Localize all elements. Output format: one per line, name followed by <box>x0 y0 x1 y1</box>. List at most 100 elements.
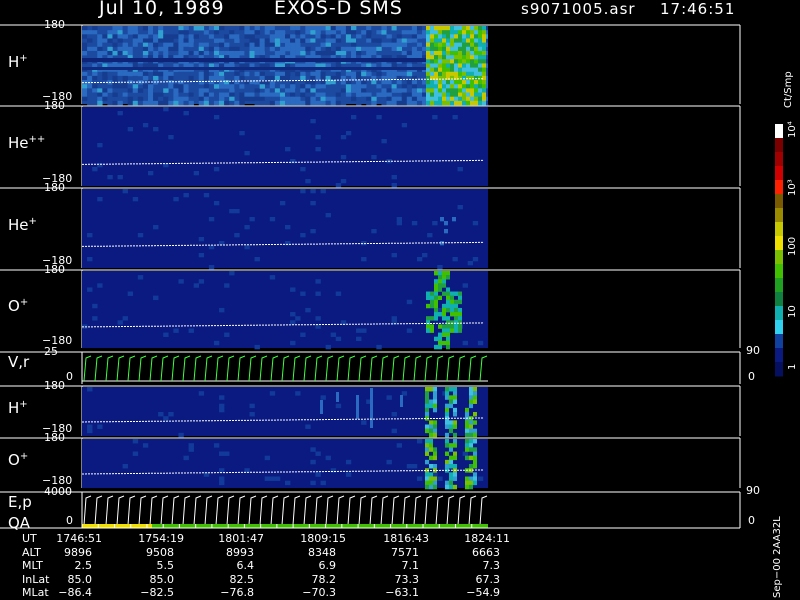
spectrogram-cell <box>132 34 139 39</box>
spectrogram-cell <box>183 38 189 43</box>
spectrogram-active-cell <box>465 455 469 461</box>
spectrogram-cell <box>411 46 418 52</box>
spectrogram-cell <box>269 26 276 31</box>
spectrogram-cell <box>208 92 215 97</box>
spectrogram-cell <box>213 50 220 56</box>
spectrogram-cell <box>239 75 245 81</box>
spectrogram-active-cell <box>429 420 433 425</box>
spectrogram-cell <box>213 30 220 35</box>
spectrogram-active-cell <box>454 80 458 85</box>
spectrogram-cell <box>295 88 301 93</box>
spectrogram-active-cell <box>433 455 437 461</box>
spectrogram-streak <box>356 395 359 419</box>
spectrogram-streak <box>336 392 339 402</box>
spectrogram-cell <box>345 46 352 52</box>
spectrogram-active-cell <box>458 34 462 39</box>
spectrogram-cell <box>112 88 118 93</box>
spectrogram-cell <box>371 26 377 31</box>
spectrogram-cell <box>188 92 194 97</box>
spectrogram-cell <box>198 96 205 102</box>
spectrogram-cell <box>87 387 93 392</box>
spectrogram-cell <box>198 237 205 242</box>
spectrogram-cell <box>320 38 326 43</box>
spectrogram-cell <box>112 84 118 89</box>
spectrogram-active-cell <box>470 92 474 97</box>
spectrogram-cell <box>239 34 245 39</box>
spectrogram-cell <box>213 26 220 31</box>
spectrogram-cell <box>249 71 255 77</box>
spectrogram-cell <box>122 26 128 31</box>
spectrogram-active-cell <box>442 279 446 284</box>
spectrogram-cell <box>279 75 286 81</box>
spectrogram-active-cell <box>434 42 438 48</box>
ephemeris-value: −54.9 <box>466 586 500 599</box>
spectrogram-active-cell <box>426 328 430 333</box>
spectrogram-cell <box>224 34 230 39</box>
spectrogram-cell <box>208 34 215 39</box>
spectrogram-cell <box>290 340 296 346</box>
spectrogram-cell <box>117 75 123 81</box>
spectrogram-cell <box>274 71 281 77</box>
spectrogram-active-cell <box>482 80 486 85</box>
spectrogram-cell <box>87 428 93 434</box>
spectrogram-cell <box>310 189 316 194</box>
spectrogram-active-cell <box>462 46 466 52</box>
spectrogram-cell <box>259 34 265 39</box>
spectrogram-cell <box>92 96 98 102</box>
spectrogram-cell <box>325 71 331 77</box>
spectrogram-cell <box>193 92 200 97</box>
spectrogram-active-cell <box>470 75 474 81</box>
spectrogram-active-cell <box>434 283 438 288</box>
spectrogram-active-cell <box>449 484 453 490</box>
spectrogram-cell <box>163 50 169 56</box>
spectrogram-active-cell <box>466 30 470 35</box>
spectrogram-cell <box>356 38 362 43</box>
spectrogram-cell <box>82 71 88 77</box>
spectrogram-cell <box>244 225 250 230</box>
spectrogram-cell <box>274 46 281 52</box>
spectrogram-active-cell <box>446 71 450 77</box>
spectrogram-cell <box>198 391 205 396</box>
spectrogram-cell <box>345 131 352 136</box>
spectrogram-cell <box>396 71 403 77</box>
spectrogram-active-cell <box>482 71 486 77</box>
spectrogram-active-cell <box>442 88 446 93</box>
spectrogram-cell <box>188 34 194 39</box>
spectrogram-cell <box>234 84 240 89</box>
panel-label-superscript: + <box>19 451 29 462</box>
ephemeris-value: 1754:19 <box>138 532 184 545</box>
spectrogram-cell <box>416 80 423 85</box>
spectrogram-cell <box>147 96 154 102</box>
spectrogram-active-cell <box>469 403 473 409</box>
spectrogram-cell <box>158 46 164 52</box>
ephemeris-value: 82.5 <box>229 572 255 586</box>
ephemeris-value: 9508 <box>146 545 174 559</box>
spectrogram-cell <box>386 34 392 39</box>
spectrogram-cell <box>290 100 296 106</box>
spectrogram-cell <box>300 75 306 81</box>
spectrogram-cell <box>183 30 189 35</box>
spectrogram-cell <box>198 71 205 77</box>
spectrogram-active-cell <box>446 324 450 329</box>
spectrogram-cell <box>416 92 423 97</box>
spectrogram-active-cell <box>458 328 462 333</box>
spectrogram-cell <box>356 71 362 77</box>
spectrogram-cell <box>132 42 139 48</box>
spectrogram-cell <box>203 92 210 97</box>
spectrogram-cell <box>213 71 220 77</box>
spectrogram-active-cell <box>446 34 450 39</box>
spectrogram-active-cell <box>434 96 438 102</box>
spectrogram-cell <box>361 30 367 35</box>
spectrogram-cell <box>178 88 184 93</box>
spectrogram-cell <box>213 100 220 106</box>
spectrogram-cell <box>224 451 230 456</box>
spectrogram-active-cell <box>433 387 437 392</box>
spectrogram-cell <box>285 38 291 43</box>
axis-top-tick-label: 180 <box>44 263 65 276</box>
spectrogram-cell <box>132 75 139 81</box>
spectrogram-cell <box>219 84 225 89</box>
spectrogram-active-cell <box>445 439 449 444</box>
spectrogram-active-cell <box>425 399 429 404</box>
spectrogram-active-cell <box>450 100 454 106</box>
spectrogram-cell <box>295 100 301 106</box>
